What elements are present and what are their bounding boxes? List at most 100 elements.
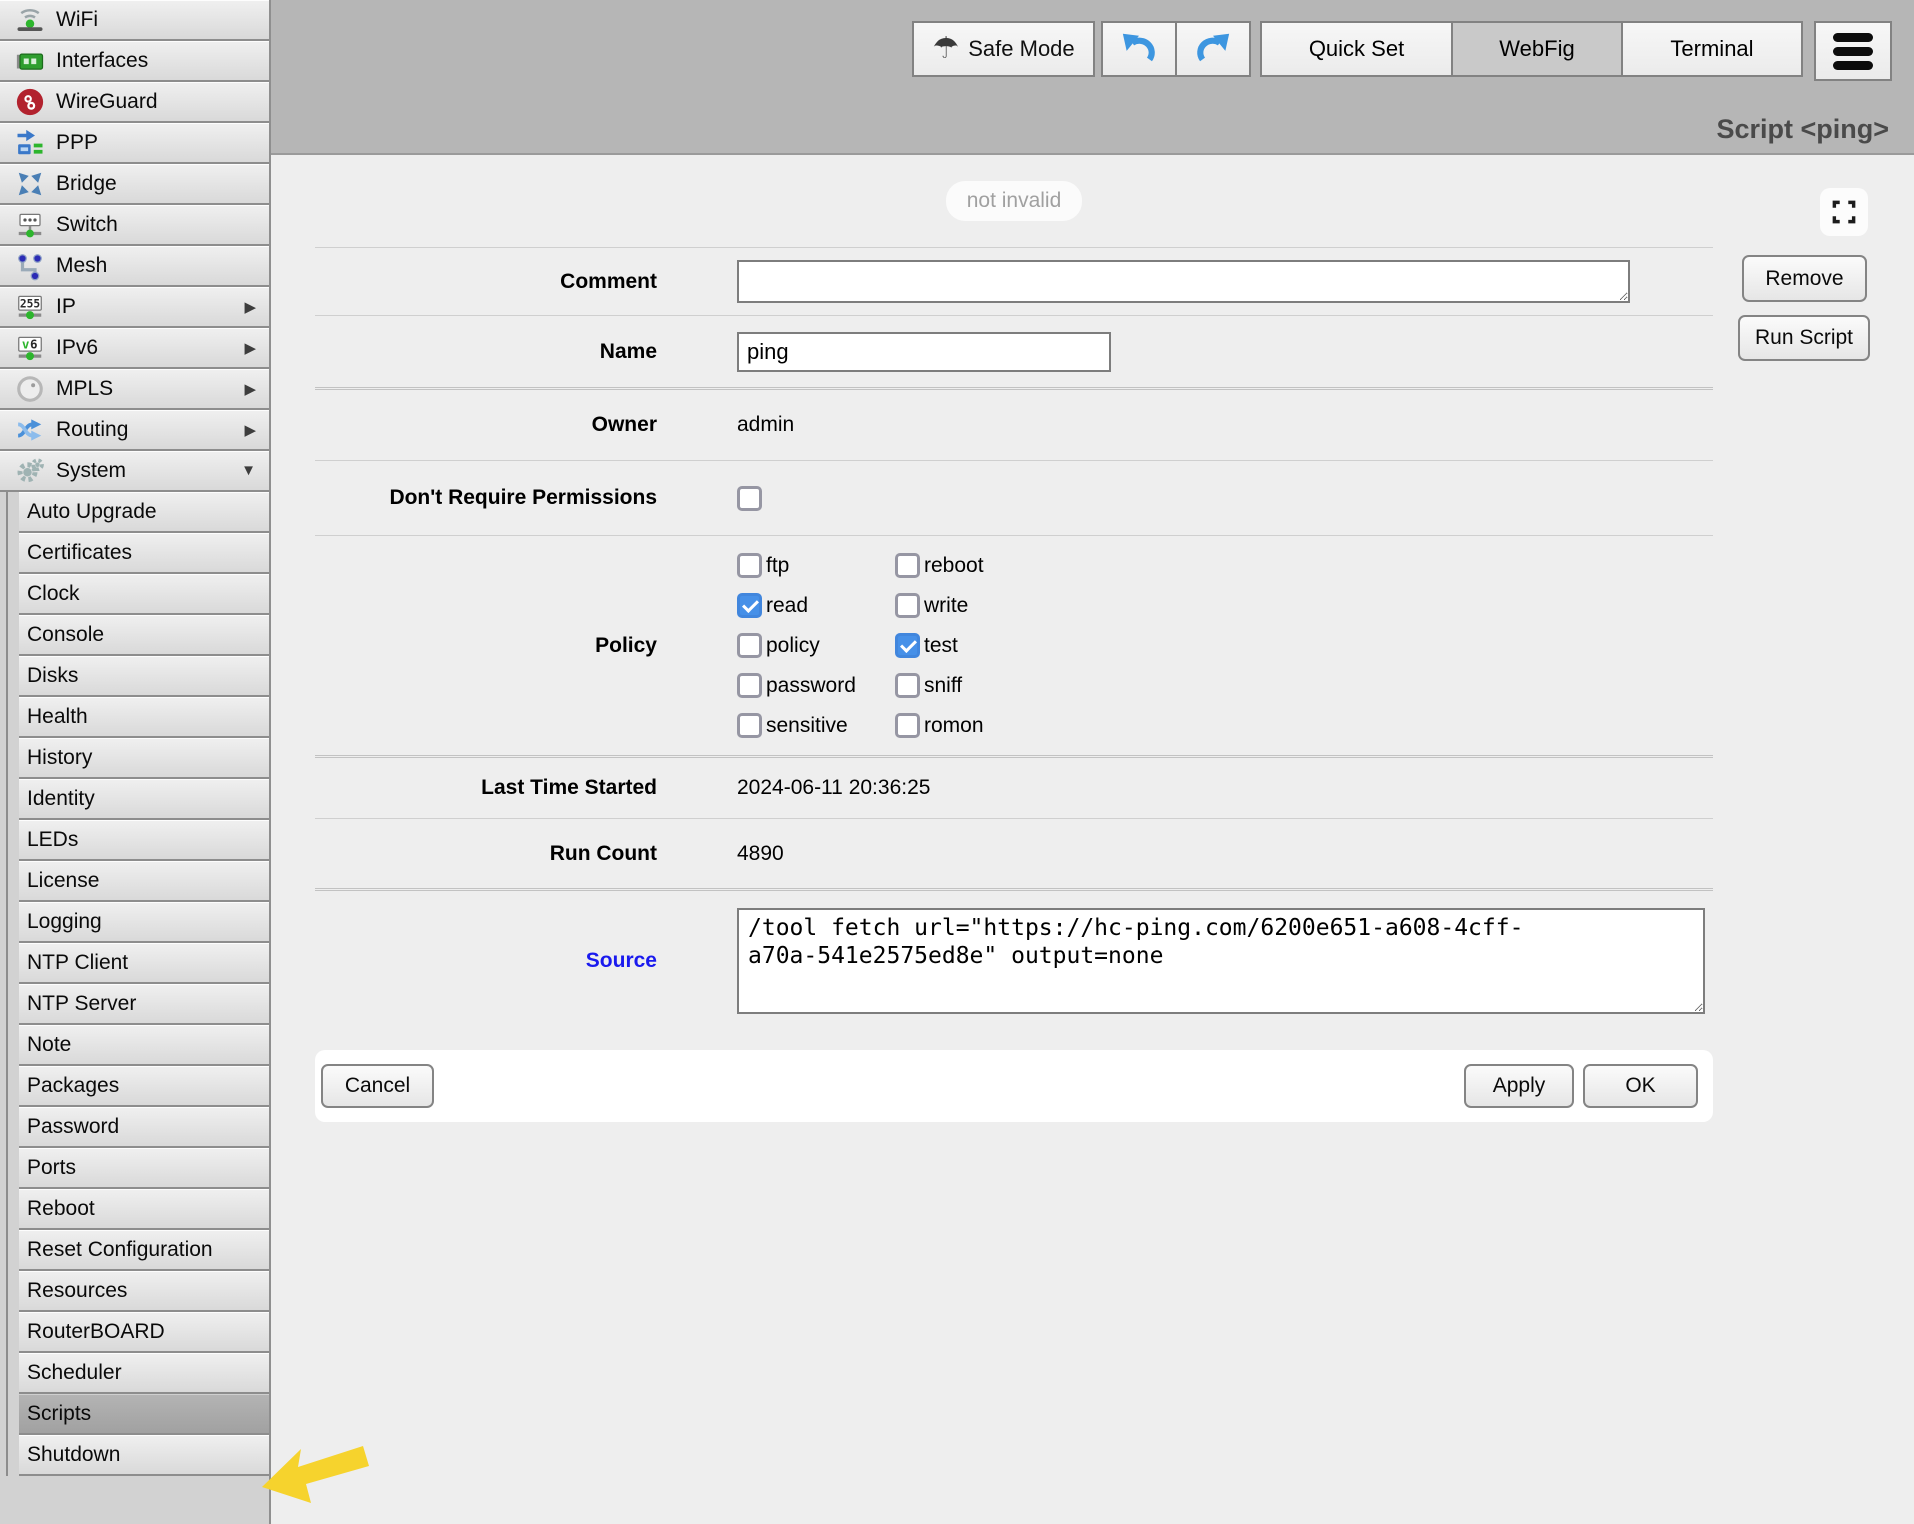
tab-label: WebFig [1499, 36, 1574, 62]
sidebar-subitem-identity[interactable]: Identity [19, 779, 269, 820]
ok-button[interactable]: OK [1583, 1064, 1698, 1108]
ppp-icon [14, 127, 45, 158]
policy-reboot-label: reboot [924, 554, 984, 578]
last-time-started-label: Last Time Started [315, 776, 657, 800]
redo-button[interactable] [1175, 21, 1251, 77]
chevron-right-icon: ▶ [244, 298, 256, 316]
sidebar-subitem-routerboard[interactable]: RouterBOARD [19, 1312, 269, 1353]
dont-require-permissions-checkbox[interactable] [737, 486, 762, 511]
safe-mode-button[interactable]: ☂ Safe Mode [912, 21, 1095, 77]
chevron-right-icon: ▶ [244, 339, 256, 357]
mesh-icon [14, 250, 45, 281]
sidebar-subitem-certificates[interactable]: Certificates [19, 533, 269, 574]
wifi-icon [14, 4, 45, 35]
subitem-label: RouterBOARD [27, 1320, 165, 1344]
sidebar-item-ipv6[interactable]: v6 IPv6 ▶ [0, 328, 269, 369]
sidebar-item-interfaces[interactable]: Interfaces [0, 41, 269, 82]
sidebar-subitem-scheduler[interactable]: Scheduler [19, 1353, 269, 1394]
fullscreen-icon [1829, 197, 1859, 227]
policy-romon-checkbox[interactable] [895, 713, 920, 738]
subitem-label: Auto Upgrade [27, 500, 157, 524]
comment-input[interactable] [737, 260, 1630, 303]
subitem-label: Reset Configuration [27, 1238, 213, 1262]
sidebar-item-mesh[interactable]: Mesh [0, 246, 269, 287]
sidebar-item-label: WireGuard [56, 90, 158, 114]
policy-grid: ftp reboot read write policy test passwo… [737, 546, 1135, 746]
policy-sensitive-checkbox[interactable] [737, 713, 762, 738]
sidebar-subitem-ntp-client[interactable]: NTP Client [19, 943, 269, 984]
hamburger-menu-button[interactable] [1814, 21, 1892, 81]
sidebar-subitem-license[interactable]: License [19, 861, 269, 902]
policy-sniff-checkbox[interactable] [895, 673, 920, 698]
system-submenu: Auto Upgrade Certificates Clock Console … [6, 492, 269, 1476]
fullscreen-toggle-button[interactable] [1820, 188, 1868, 236]
subitem-label: Note [27, 1033, 71, 1057]
tab-webfig[interactable]: WebFig [1451, 21, 1623, 77]
run-count-value: 4890 [737, 842, 784, 866]
policy-read-checkbox[interactable] [737, 593, 762, 618]
sidebar-subitem-ntp-server[interactable]: NTP Server [19, 984, 269, 1025]
apply-button[interactable]: Apply [1464, 1064, 1574, 1108]
sidebar-subitem-shutdown[interactable]: Shutdown [19, 1435, 269, 1476]
tab-label: Terminal [1670, 36, 1753, 62]
sidebar-item-ip[interactable]: 255 IP ▶ [0, 287, 269, 328]
policy-write-checkbox[interactable] [895, 593, 920, 618]
undo-icon [1120, 30, 1158, 68]
sidebar-subitem-reset-configuration[interactable]: Reset Configuration [19, 1230, 269, 1271]
subitem-label: Clock [27, 582, 80, 606]
sidebar-subitem-scripts[interactable]: Scripts [19, 1394, 269, 1435]
sidebar-subitem-health[interactable]: Health [19, 697, 269, 738]
undo-button[interactable] [1101, 21, 1177, 77]
sidebar-item-wireguard[interactable]: WireGuard [0, 82, 269, 123]
cancel-button[interactable]: Cancel [321, 1064, 434, 1108]
policy-test-checkbox[interactable] [895, 633, 920, 658]
sidebar-subitem-leds[interactable]: LEDs [19, 820, 269, 861]
sidebar-item-label: Bridge [56, 172, 117, 196]
sidebar-subitem-disks[interactable]: Disks [19, 656, 269, 697]
sidebar-subitem-history[interactable]: History [19, 738, 269, 779]
sidebar-item-routing[interactable]: Routing ▶ [0, 410, 269, 451]
sidebar-subitem-console[interactable]: Console [19, 615, 269, 656]
status-row: not invalid [315, 155, 1713, 247]
tab-quick-set[interactable]: Quick Set [1260, 21, 1453, 77]
sidebar-item-bridge[interactable]: Bridge [0, 164, 269, 205]
sidebar-subitem-packages[interactable]: Packages [19, 1066, 269, 1107]
policy-read-label: read [766, 594, 808, 618]
sidebar-subitem-resources[interactable]: Resources [19, 1271, 269, 1312]
sidebar-item-label: WiFi [56, 8, 98, 32]
sidebar-subitem-note[interactable]: Note [19, 1025, 269, 1066]
run-script-button[interactable]: Run Script [1738, 315, 1870, 361]
policy-reboot-checkbox[interactable] [895, 553, 920, 578]
owner-label: Owner [315, 413, 657, 437]
sidebar-item-wifi[interactable]: WiFi [0, 0, 269, 41]
switch-icon [14, 209, 45, 240]
sidebar-item-system[interactable]: System ▼ [0, 451, 269, 492]
sidebar-subitem-ports[interactable]: Ports [19, 1148, 269, 1189]
sidebar-item-ppp[interactable]: PPP [0, 123, 269, 164]
sidebar-item-switch[interactable]: Switch [0, 205, 269, 246]
tab-terminal[interactable]: Terminal [1621, 21, 1803, 77]
sidebar-subitem-reboot[interactable]: Reboot [19, 1189, 269, 1230]
sidebar-subitem-logging[interactable]: Logging [19, 902, 269, 943]
wireguard-icon [14, 86, 45, 117]
subitem-label: Health [27, 705, 88, 729]
policy-policy-label: policy [766, 634, 820, 658]
undo-redo-group [1101, 21, 1251, 77]
source-input[interactable]: /tool fetch url="https://hc-ping.com/620… [737, 908, 1705, 1014]
policy-ftp-checkbox[interactable] [737, 553, 762, 578]
sidebar-subitem-clock[interactable]: Clock [19, 574, 269, 615]
sidebar-subitem-auto-upgrade[interactable]: Auto Upgrade [19, 492, 269, 533]
subitem-label: Certificates [27, 541, 132, 565]
sidebar-subitem-password[interactable]: Password [19, 1107, 269, 1148]
policy-policy-checkbox[interactable] [737, 633, 762, 658]
sidebar-item-mpls[interactable]: MPLS ▶ [0, 369, 269, 410]
subitem-label: Console [27, 623, 104, 647]
umbrella-icon: ☂ [932, 34, 959, 64]
svg-text:v: v [21, 336, 29, 351]
policy-sniff-label: sniff [924, 674, 962, 698]
remove-button[interactable]: Remove [1742, 255, 1867, 302]
name-input[interactable] [737, 332, 1111, 372]
policy-password-checkbox[interactable] [737, 673, 762, 698]
system-gear-icon [14, 455, 45, 486]
subitem-label: Resources [27, 1279, 127, 1303]
